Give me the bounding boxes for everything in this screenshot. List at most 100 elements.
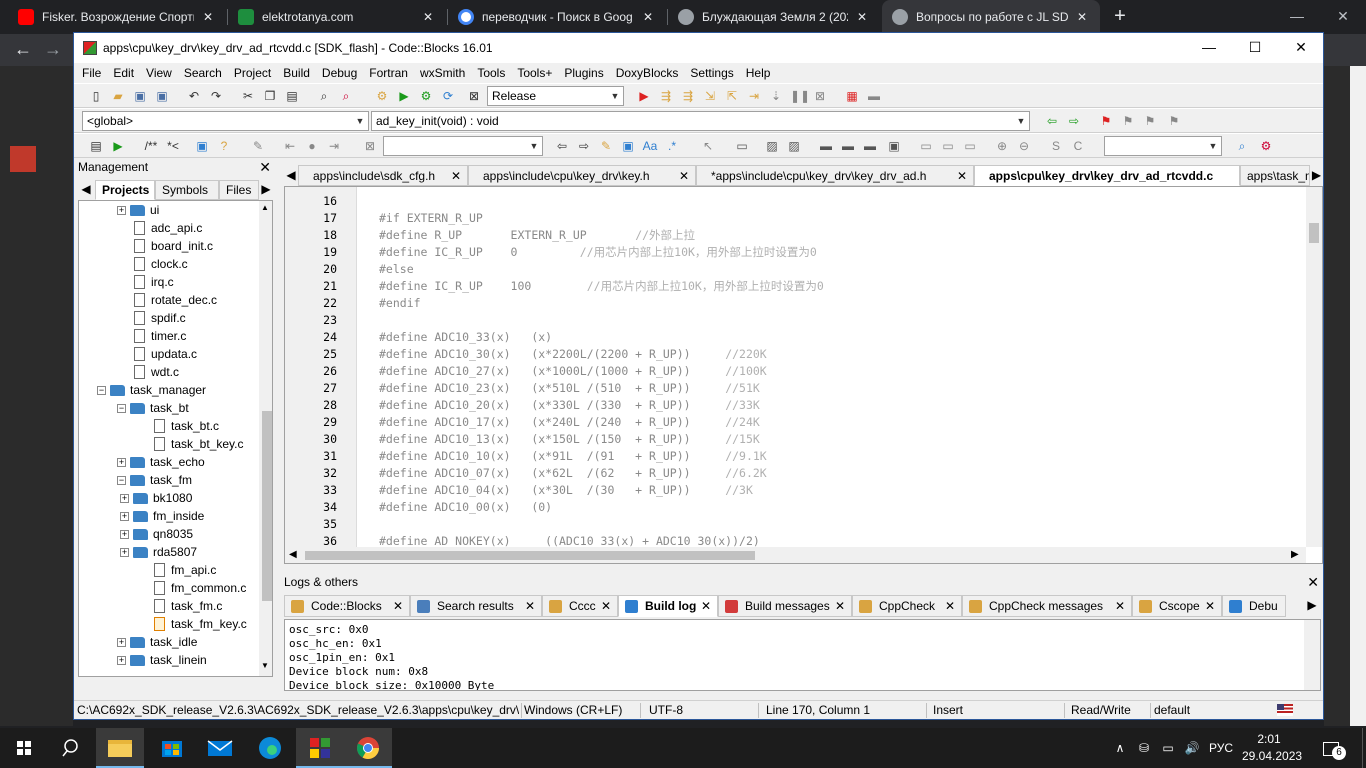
menu-wxsmith[interactable]: wxSmith [414,66,471,80]
tree-folder[interactable]: − task_fm [117,471,192,489]
menu-project[interactable]: Project [228,66,277,80]
code-line[interactable]: #define ADC10_30(x) (x*2200L/(2200 + R_U… [379,346,767,363]
redo-icon[interactable]: ↷ [208,88,224,104]
tree-file[interactable]: clock.c [134,255,188,273]
next-instruction-icon[interactable]: ⇥ [746,88,762,104]
log-tab[interactable]: Search results ✕ [410,595,542,617]
close-icon[interactable]: ✕ [1205,596,1215,617]
code-line[interactable]: #define ADC10_23(x) (x*510L /(510 + R_UP… [379,380,760,397]
pause-icon[interactable]: ❚❚ [790,88,810,104]
code-line[interactable]: #define ADC10_10(x) (x*91L /(91 + R_UP))… [379,448,767,465]
tree-file[interactable]: board_init.c [134,237,213,255]
start-button[interactable] [0,728,48,768]
paste-icon[interactable]: ▤ [284,88,300,104]
replace-icon[interactable]: ⌕ [338,88,354,104]
stop-icon[interactable]: ⊠ [812,88,828,104]
new-tab-button[interactable]: + [1108,5,1132,29]
browser-tab-3[interactable]: переводчик - Поиск в Goog ✕ [448,0,666,34]
log-tab[interactable]: Cscope ✕ [1132,595,1222,617]
code-line[interactable]: #define ADC10_07(x) (x*62L /(62 + R_UP))… [379,465,767,482]
expand-icon[interactable]: + [120,511,129,521]
tree-folder[interactable]: + task_linein [117,651,207,669]
symbol-search-input[interactable]: ▼ [1104,136,1222,156]
tree-folder[interactable]: + fm_inside [120,507,204,525]
rectangle-icon[interactable]: ▭ [734,138,750,154]
tree-folder[interactable]: − task_manager [97,381,206,399]
abort-icon[interactable]: ⊠ [466,88,482,104]
expand-icon[interactable]: + [120,529,129,539]
save-icon[interactable]: ▣ [132,88,148,104]
tree-folder[interactable]: + task_echo [117,453,205,471]
debug-windows-icon[interactable]: ▦ [844,88,860,104]
page-scrollbar[interactable] [1350,66,1366,726]
tree-file[interactable]: timer.c [134,327,186,345]
tree-file[interactable]: irq.c [134,273,174,291]
step-out-icon[interactable]: ⇱ [724,88,740,104]
regex-icon[interactable]: .* [664,138,680,154]
show-desktop-button[interactable] [1362,728,1366,768]
code-line[interactable]: #define ADC10_17(x) (x*240L /(240 + R_UP… [379,414,760,431]
expand-icon[interactable]: + [117,655,126,665]
tree-folder[interactable]: + rda5807 [120,543,197,561]
pointer-icon[interactable]: ↖ [700,138,716,154]
build-and-run-icon[interactable]: ⚙ [418,88,434,104]
tools-icon[interactable]: ✎ [250,138,266,154]
run-to-cursor-icon[interactable]: ⇶ [658,88,674,104]
highlight-icon[interactable]: ✎ [598,138,614,154]
step-into-icon[interactable]: ⇲ [702,88,718,104]
jump-back-icon[interactable]: ⇦ [1044,113,1060,129]
info-icon[interactable]: ▬ [866,88,882,104]
scrollbar-thumb[interactable] [1309,223,1319,243]
shape-icon-3[interactable]: ▭ [962,138,978,154]
save-all-icon[interactable]: ▣ [154,88,170,104]
code-line[interactable]: #if EXTERN_R_UP [379,210,483,227]
code-line[interactable]: #define IC_R_UP 100 //用芯片内部上拉10K，用外部上拉时设… [379,278,824,295]
browser-minimize-button[interactable]: — [1274,0,1320,34]
store-button[interactable] [148,728,196,768]
tree-file[interactable]: fm_api.c [154,561,216,579]
code-line[interactable]: #define ADC10_04(x) (x*30L /(30 + R_UP))… [379,482,753,499]
prev-bookmark-icon[interactable]: ⚑ [1120,113,1136,129]
incremental-search-input[interactable]: ▼ [383,136,543,156]
c-icon[interactable]: C [1070,138,1086,154]
next-line-icon[interactable]: ⇶ [680,88,696,104]
close-icon[interactable]: ✕ [1307,573,1319,591]
menu-tools-plus[interactable]: Tools+ [511,66,558,80]
shape-icon-2[interactable]: ▭ [940,138,956,154]
next-bookmark-icon[interactable]: ⚑ [1142,113,1158,129]
tree-file[interactable]: task_fm.c [154,597,222,615]
show-hidden-icons[interactable]: ∧ [1110,728,1130,768]
zoom-in-icon[interactable]: ⊕ [994,138,1010,154]
layout-icon-4[interactable]: ▣ [886,138,902,154]
close-tab-icon[interactable]: ✕ [200,10,216,24]
settings-icon[interactable]: ⚙ [1258,138,1274,154]
close-icon[interactable]: ✕ [525,596,535,617]
toggle-bookmark-icon[interactable]: ⚑ [1098,113,1114,129]
scroll-down-icon[interactable]: ▼ [261,661,269,670]
image-frame-icon[interactable]: ▨ [786,138,802,154]
close-icon[interactable]: ✕ [835,596,845,617]
next-icon[interactable]: ⇥ [326,138,342,154]
network-adapter-icon[interactable]: ⛁ [1134,728,1154,768]
log-tab[interactable]: Code::Blocks ✕ [284,595,410,617]
search-icon[interactable]: ⌕ [1234,138,1250,154]
tree-file[interactable]: spdif.c [134,309,186,327]
expand-icon[interactable]: + [120,493,129,503]
editor-tab[interactable]: apps\include\sdk_cfg.h ✕ [298,165,468,186]
menu-plugins[interactable]: Plugins [558,66,609,80]
menu-view[interactable]: View [140,66,178,80]
dot-icon[interactable]: ● [304,138,320,154]
clock[interactable]: 2:01 29.04.2023 [1242,731,1302,765]
menu-search[interactable]: Search [178,66,228,80]
code-line[interactable]: #define ADC10_27(x) (x*1000L/(1000 + R_U… [379,363,767,380]
collapse-icon[interactable]: − [117,403,126,413]
close-icon[interactable]: ✕ [259,158,271,176]
tree-file[interactable]: task_bt_key.c [154,435,243,453]
new-file-icon[interactable]: ▯ [88,88,104,104]
vertical-scrollbar[interactable] [1304,620,1320,690]
log-tab[interactable]: CppCheck messages ✕ [962,595,1132,617]
clear-bookmarks-icon[interactable]: ⚑ [1166,113,1182,129]
tree-file[interactable]: adc_api.c [134,219,202,237]
log-tab[interactable]: Build messages ✕ [718,595,852,617]
image-icon[interactable]: ▨ [764,138,780,154]
